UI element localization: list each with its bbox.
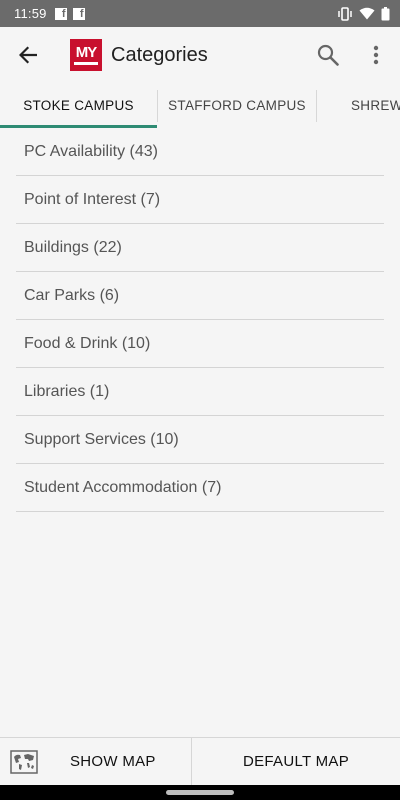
list-item[interactable]: PC Availability (43) (16, 128, 384, 176)
app-logo: MY (70, 39, 102, 71)
list-item[interactable]: Support Services (10) (16, 416, 384, 464)
list-item[interactable]: Libraries (1) (16, 368, 384, 416)
system-navigation-bar (0, 785, 400, 800)
facebook-icon: f (72, 7, 85, 20)
category-list: PC Availability (43) Point of Interest (… (0, 128, 400, 512)
tab-stoke-campus[interactable]: STOKE CAMPUS (0, 83, 157, 128)
search-button[interactable] (304, 27, 352, 83)
tab-stafford-campus[interactable]: STAFFORD CAMPUS (158, 83, 316, 128)
overflow-menu-button[interactable] (352, 27, 400, 83)
vibrate-icon (338, 6, 352, 21)
list-item[interactable]: Food & Drink (10) (16, 320, 384, 368)
status-bar: 11:59 f f (0, 0, 400, 27)
campus-tabs: STOKE CAMPUS STAFFORD CAMPUS SHREWS (0, 83, 400, 128)
tab-shrewsbury-campus[interactable]: SHREWS (317, 83, 400, 128)
battery-icon (381, 6, 390, 20)
logo-underline (74, 61, 98, 65)
default-map-button[interactable]: DEFAULT MAP (192, 738, 400, 785)
list-item[interactable]: Student Accommodation (7) (16, 464, 384, 512)
app-bar: MY Categories (0, 27, 400, 83)
facebook-icon: f (54, 7, 67, 20)
back-button[interactable] (0, 27, 56, 83)
world-map-icon (10, 749, 38, 774)
show-map-label: SHOW MAP (70, 753, 156, 770)
logo-text: MY (75, 43, 97, 61)
arrow-back-icon (19, 46, 37, 64)
status-time: 11:59 (14, 6, 47, 21)
list-item[interactable]: Point of Interest (7) (16, 176, 384, 224)
home-gesture-handle[interactable] (166, 790, 234, 795)
wifi-icon (359, 7, 375, 20)
page-title: Categories (111, 43, 208, 66)
show-map-button[interactable]: SHOW MAP (0, 738, 192, 785)
bottom-bar: SHOW MAP DEFAULT MAP (0, 737, 400, 785)
more-vert-icon (373, 45, 379, 65)
list-item[interactable]: Buildings (22) (16, 224, 384, 272)
list-item[interactable]: Car Parks (6) (16, 272, 384, 320)
search-icon (317, 44, 339, 66)
